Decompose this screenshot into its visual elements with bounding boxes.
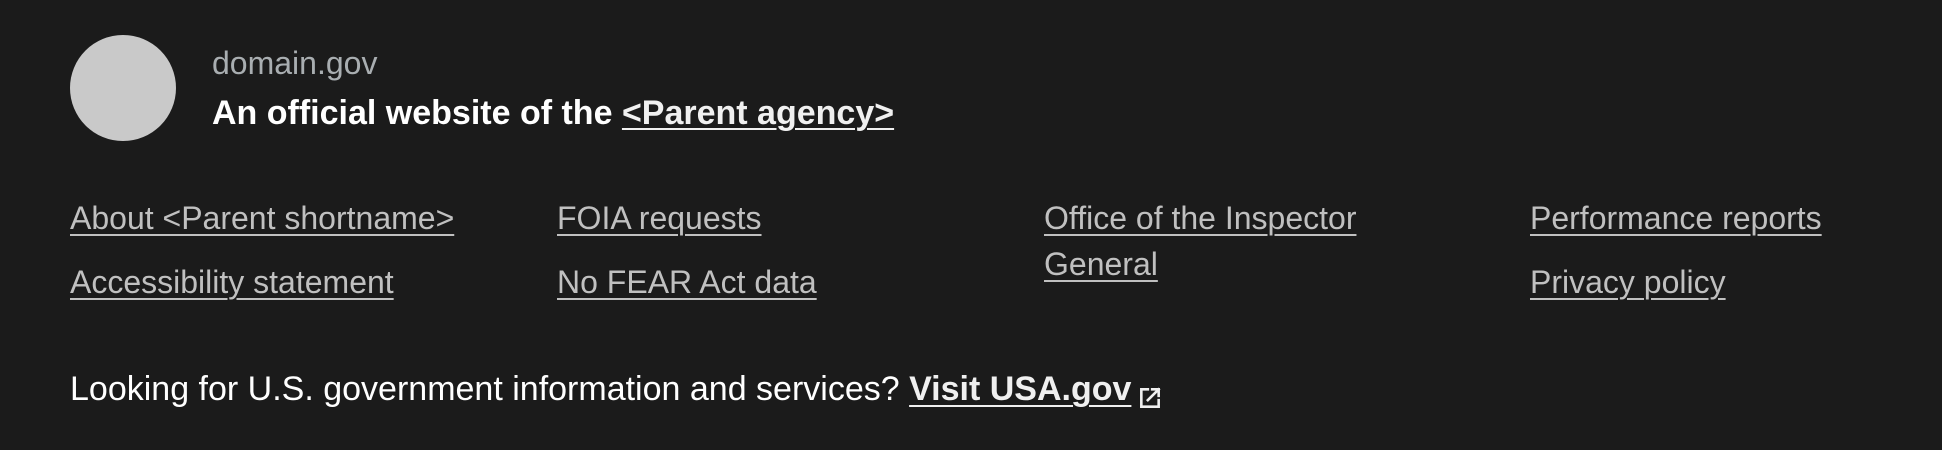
links-column-4: Performance reports Privacy policy <box>1530 195 1930 323</box>
foia-requests-link[interactable]: FOIA requests <box>557 195 957 241</box>
privacy-policy-link[interactable]: Privacy policy <box>1530 259 1930 305</box>
no-fear-act-link[interactable]: No FEAR Act data <box>557 259 957 305</box>
about-parent-link[interactable]: About <Parent shortname> <box>70 195 470 241</box>
links-column-2: FOIA requests No FEAR Act data <box>557 195 957 323</box>
domain-text: domain.gov <box>212 45 378 81</box>
parent-agency-link[interactable]: <Parent agency> <box>622 94 894 132</box>
performance-reports-link[interactable]: Performance reports <box>1530 195 1930 241</box>
external-link-icon[interactable] <box>1137 375 1163 408</box>
inspector-general-link[interactable]: Office of the Inspector General <box>1044 195 1444 287</box>
official-website-disclaimer: An official website of the <Parent agenc… <box>212 92 894 134</box>
usa-gov-section: Looking for U.S. government information … <box>70 364 1163 414</box>
links-column-3: Office of the Inspector General <box>1044 195 1444 305</box>
usa-identifier-masthead: domain.gov An official website of the <P… <box>70 35 1870 150</box>
required-links-nav: About <Parent shortname> Accessibility s… <box>70 195 1870 315</box>
agency-logo[interactable] <box>70 35 176 141</box>
usagov-prompt: Looking for U.S. government information … <box>70 370 910 408</box>
accessibility-statement-link[interactable]: Accessibility statement <box>70 259 470 305</box>
visit-usagov-link[interactable]: Visit USA.gov <box>909 370 1131 408</box>
disclaimer-prefix: An official website of the <box>212 94 622 132</box>
links-column-1: About <Parent shortname> Accessibility s… <box>70 195 470 323</box>
